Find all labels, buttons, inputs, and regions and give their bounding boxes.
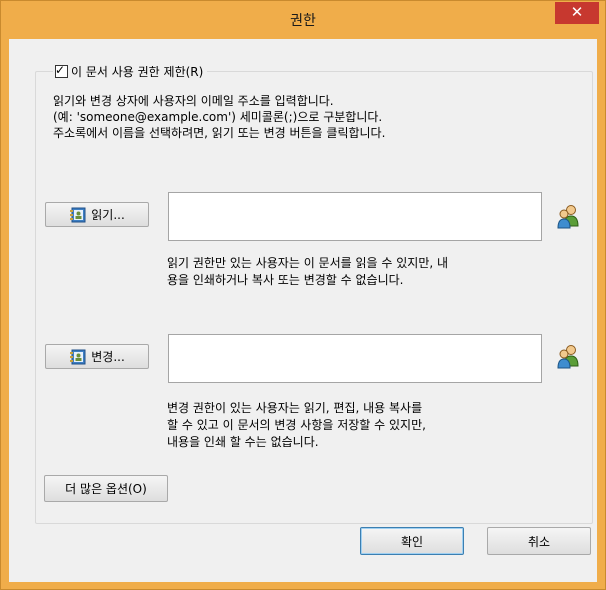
permission-dialog: 권한 ✕ ✓ 이 문서 사용 권한 제한(R) 읽기와 변경 상자에 사용자의 …	[0, 0, 606, 590]
close-icon: ✕	[570, 3, 584, 21]
instructions-line: (예: 'someone@example.com') 세미콜론(;)으로 구분합…	[53, 110, 383, 124]
change-help-line: 할 수 있고 이 문서의 변경 사항을 저장할 수 있지만,	[167, 418, 426, 432]
change-help-line: 내용을 인쇄 할 수는 없습니다.	[167, 435, 319, 449]
change-button[interactable]: 변경...	[45, 344, 149, 369]
close-button[interactable]: ✕	[555, 2, 599, 24]
check-names-icon	[557, 205, 579, 229]
read-help-line: 읽기 권한만 있는 사용자는 이 문서를 읽을 수 있지만, 내	[167, 256, 449, 270]
address-book-icon	[70, 349, 86, 364]
change-help-line: 변경 권한이 있는 사용자는 읽기, 편집, 내용 복사를	[167, 401, 423, 415]
change-button-label: 변경...	[91, 350, 125, 364]
title-bar[interactable]: 권한 ✕	[1, 1, 605, 39]
change-check-names-button[interactable]	[556, 343, 582, 369]
ok-label: 확인	[400, 534, 424, 549]
checkmark-icon: ✓	[55, 63, 66, 77]
check-names-icon	[557, 345, 579, 369]
window-title: 권한	[290, 13, 316, 29]
change-users-input[interactable]	[168, 334, 542, 383]
checkbox-box[interactable]: ✓	[55, 63, 68, 78]
cancel-label: 취소	[527, 534, 551, 549]
address-book-icon	[70, 207, 86, 222]
instructions-text: 읽기와 변경 상자에 사용자의 이메일 주소를 입력합니다. (예: 'some…	[53, 93, 385, 141]
more-options-button[interactable]: 더 많은 옵션(O)	[44, 475, 168, 502]
change-help-text: 변경 권한이 있는 사용자는 읽기, 편집, 내용 복사를 할 수 있고 이 문…	[167, 400, 426, 451]
read-check-names-button[interactable]	[556, 203, 582, 229]
instructions-line: 주소록에서 이름을 선택하려면, 읽기 또는 변경 버튼을 클릭합니다.	[53, 126, 386, 140]
read-help-text: 읽기 권한만 있는 사용자는 이 문서를 읽을 수 있지만, 내 용을 인쇄하거…	[167, 255, 448, 289]
restrict-permission-label: 이 문서 사용 권한 제한(R)	[71, 65, 204, 79]
restrict-permission-checkbox[interactable]: ✓ 이 문서 사용 권한 제한(R)	[53, 63, 208, 80]
more-options-label: 더 많은 옵션(O)	[65, 482, 147, 496]
read-button-label: 읽기...	[91, 208, 125, 222]
read-button[interactable]: 읽기...	[45, 202, 149, 227]
cancel-button[interactable]: 취소	[487, 527, 591, 555]
dialog-body: ✓ 이 문서 사용 권한 제한(R) 읽기와 변경 상자에 사용자의 이메일 주…	[9, 39, 597, 582]
read-help-line: 용을 인쇄하거나 복사 또는 변경할 수 없습니다.	[167, 273, 404, 287]
instructions-line: 읽기와 변경 상자에 사용자의 이메일 주소를 입력합니다.	[53, 94, 334, 108]
ok-button[interactable]: 확인	[360, 527, 464, 555]
read-users-input[interactable]	[168, 192, 542, 241]
